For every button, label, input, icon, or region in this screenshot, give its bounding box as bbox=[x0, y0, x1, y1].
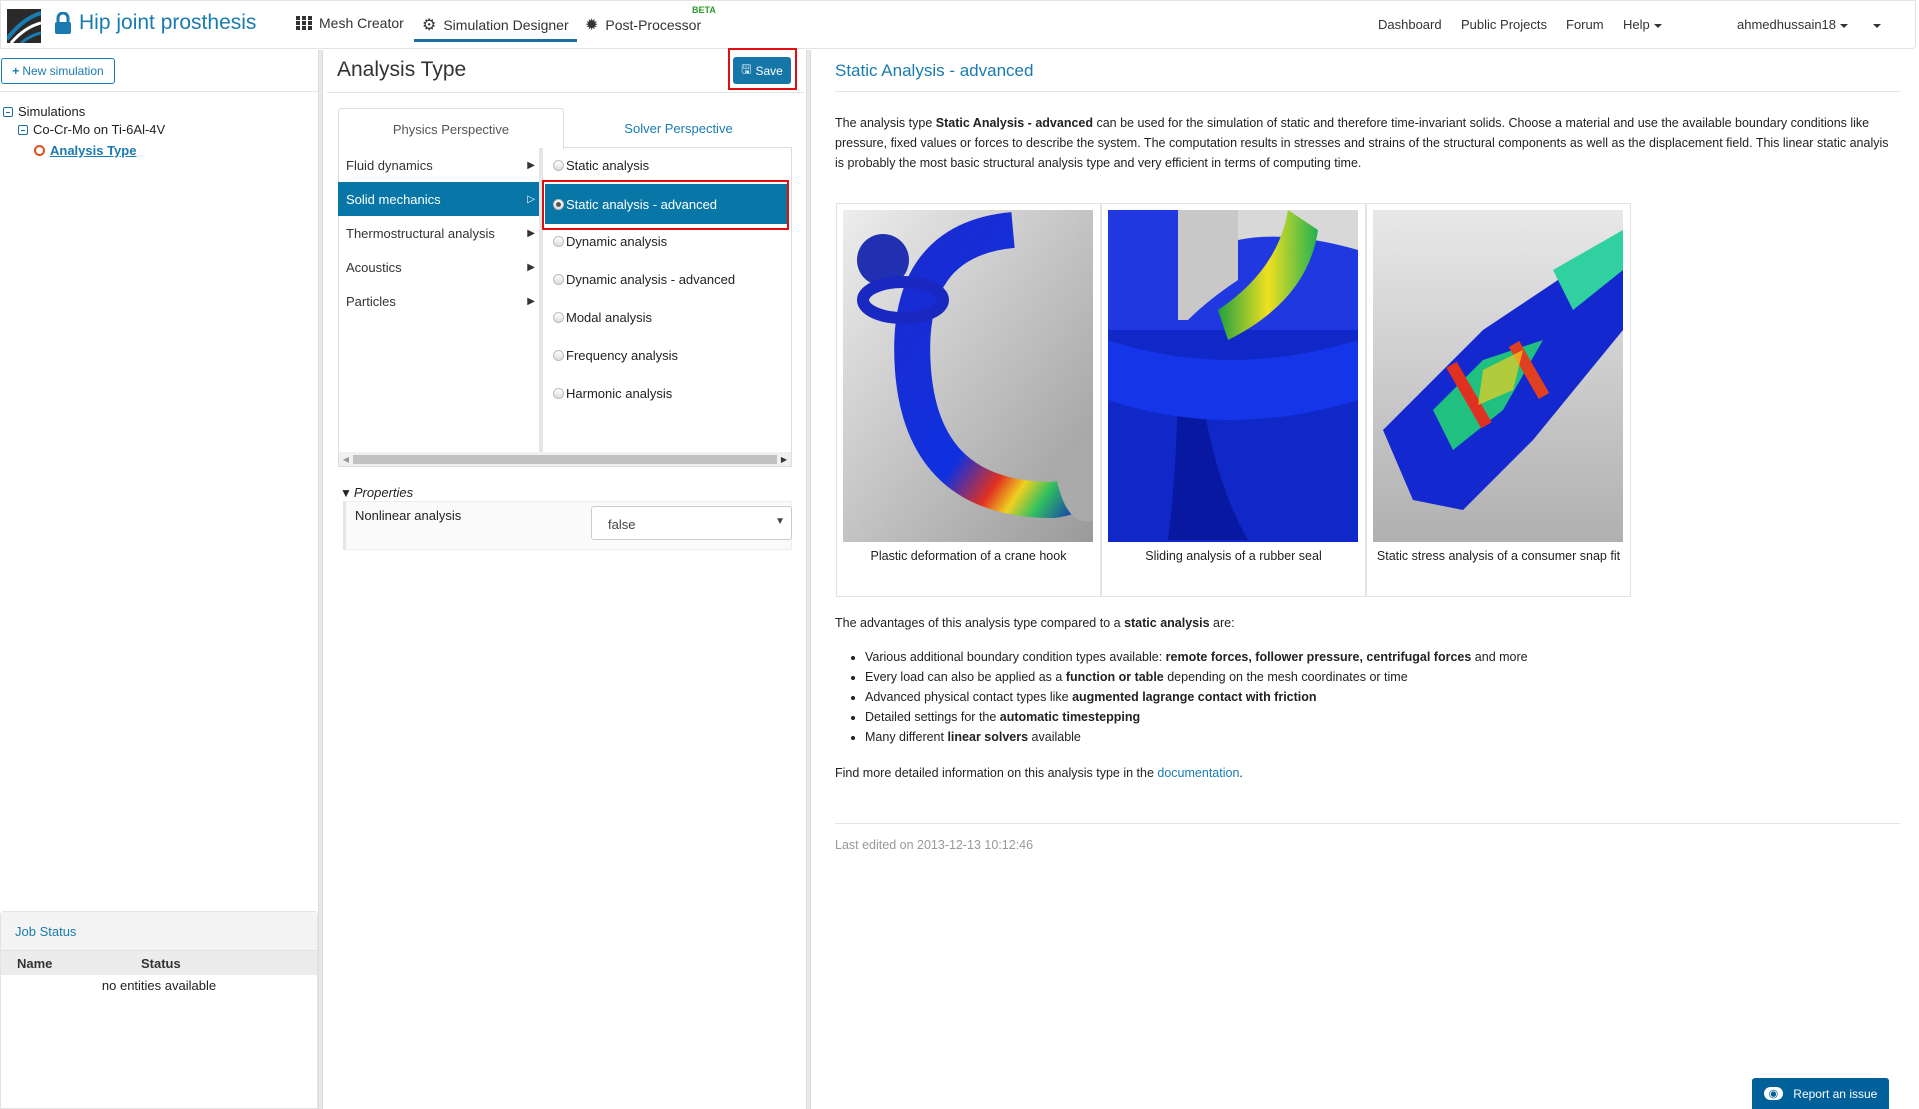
nav-help[interactable]: Help bbox=[1623, 17, 1662, 32]
triangle-down-icon: ▼ bbox=[340, 485, 352, 500]
documentation-note: Find more detailed information on this a… bbox=[835, 766, 1243, 780]
divider bbox=[0, 91, 318, 92]
tree-simulation[interactable]: Co-Cr-Mo on Ti-6Al-4V bbox=[18, 122, 165, 137]
column-name[interactable]: Name bbox=[1, 956, 101, 971]
analysis-description: The analysis type Static Analysis - adva… bbox=[835, 116, 1889, 170]
radio-button[interactable] bbox=[553, 311, 564, 323]
image-crane-hook: Plastic deformation of a crane hook bbox=[836, 203, 1101, 597]
analysis-title: Static Analysis - advanced bbox=[835, 61, 1034, 80]
scroll-left-icon[interactable]: ◀ bbox=[339, 455, 353, 464]
scroll-right-icon[interactable]: ▶ bbox=[777, 455, 791, 464]
image-caption: Sliding analysis of a rubber seal bbox=[1145, 549, 1322, 563]
user-menu[interactable]: ahmedhussain18 bbox=[1737, 17, 1849, 32]
status-circle-icon bbox=[34, 145, 45, 156]
job-table-header: Name Status bbox=[1, 951, 317, 975]
advantage-item: Advanced physical contact types like aug… bbox=[865, 687, 1528, 707]
collapse-icon[interactable] bbox=[3, 106, 13, 117]
radio-button[interactable] bbox=[553, 273, 564, 285]
top-navbar: Hip joint prosthesis Mesh Creator ⚙ Simu… bbox=[0, 0, 1916, 49]
snap-fit-image bbox=[1373, 210, 1623, 542]
nav-public-projects[interactable]: Public Projects bbox=[1461, 17, 1547, 32]
project-title[interactable]: Hip joint prosthesis bbox=[55, 11, 256, 35]
analysis-option[interactable]: Dynamic analysis - advanced bbox=[553, 260, 787, 298]
grid-icon bbox=[296, 16, 312, 30]
nav-mesh-creator[interactable]: Mesh Creator bbox=[296, 15, 404, 31]
category-item[interactable]: Acoustics ▶ bbox=[338, 250, 539, 284]
camera-icon: ◉ bbox=[1763, 1087, 1784, 1100]
nonlinear-analysis-select[interactable]: false ▼ bbox=[591, 506, 792, 540]
floppy-icon: 🖫 bbox=[741, 62, 752, 76]
nav-dashboard[interactable]: Dashboard bbox=[1378, 17, 1442, 32]
advantage-item: Various additional boundary condition ty… bbox=[865, 647, 1528, 667]
radio-button[interactable] bbox=[553, 349, 564, 361]
save-button[interactable]: 🖫 Save bbox=[733, 57, 791, 84]
tree-simulations[interactable]: Simulations bbox=[3, 104, 85, 119]
properties-header[interactable]: ▼ Properties bbox=[340, 485, 413, 500]
advantage-item: Many different linear solvers available bbox=[865, 727, 1528, 747]
triangle-right-icon: ▶ bbox=[527, 261, 535, 273]
horizontal-scrollbar[interactable]: ◀ ▶ bbox=[339, 452, 791, 466]
nav-post-processor[interactable]: ✹ Post-Processor bbox=[585, 15, 701, 35]
caret-down-icon bbox=[1840, 23, 1849, 28]
advantage-item: Detailed settings for the automatic time… bbox=[865, 707, 1528, 727]
category-item[interactable]: Thermostructural analysis ▶ bbox=[338, 216, 539, 250]
analysis-option[interactable]: Static analysis bbox=[553, 146, 787, 184]
beta-badge: BETA bbox=[692, 5, 716, 15]
triangle-right-icon: ▶ bbox=[527, 159, 535, 171]
analysis-option[interactable]: Frequency analysis bbox=[553, 336, 787, 374]
scrollbar-thumb[interactable] bbox=[353, 454, 777, 464]
image-rubber-seal: Sliding analysis of a rubber seal bbox=[1101, 203, 1366, 597]
column-status[interactable]: Status bbox=[101, 956, 221, 971]
advantage-item: Every load can also be applied as a func… bbox=[865, 667, 1528, 687]
lock-icon bbox=[55, 12, 71, 34]
tab-physics-perspective[interactable]: Physics Perspective bbox=[338, 108, 564, 149]
category-item[interactable]: Fluid dynamics ▶ bbox=[338, 148, 539, 182]
nav-forum[interactable]: Forum bbox=[1566, 17, 1604, 32]
analysis-option[interactable]: Modal analysis bbox=[553, 298, 787, 336]
crane-hook-image bbox=[843, 210, 1093, 542]
cog-icon: ✹ bbox=[585, 17, 599, 34]
property-row: Nonlinear analysis false ▼ bbox=[343, 501, 792, 550]
left-splitter[interactable] bbox=[318, 50, 323, 1109]
category-item[interactable]: Particles ▶ bbox=[338, 284, 539, 318]
caret-down-icon bbox=[1873, 23, 1881, 28]
job-status-panel: Job Status Name Status no entities avail… bbox=[0, 911, 318, 1109]
advantages-intro: The advantages of this analysis type com… bbox=[835, 616, 1235, 630]
report-issue-button[interactable]: ◉ Report an issue bbox=[1752, 1078, 1889, 1109]
collapse-icon[interactable] bbox=[18, 124, 28, 135]
advantages-list: Various additional boundary condition ty… bbox=[835, 647, 1528, 747]
triangle-right-icon: ▶ bbox=[527, 227, 535, 239]
nav-simulation-designer[interactable]: ⚙ Simulation Designer bbox=[414, 15, 577, 42]
radio-button[interactable] bbox=[553, 235, 564, 247]
tab-solver-perspective[interactable]: Solver Perspective bbox=[565, 108, 792, 148]
divider bbox=[327, 92, 804, 93]
divider bbox=[835, 823, 1900, 824]
more-menu[interactable] bbox=[1869, 17, 1881, 32]
triangle-right-icon: ▶ bbox=[527, 295, 535, 307]
property-label: Nonlinear analysis bbox=[355, 508, 462, 523]
new-simulation-button[interactable]: + New simulation bbox=[1, 58, 115, 84]
right-splitter[interactable] bbox=[806, 50, 811, 1109]
image-caption: Static stress analysis of a consumer sna… bbox=[1376, 549, 1621, 563]
page-title: Analysis Type bbox=[337, 58, 467, 81]
image-caption: Plastic deformation of a crane hook bbox=[870, 549, 1067, 563]
analysis-option[interactable]: Harmonic analysis bbox=[553, 374, 787, 412]
radio-button[interactable] bbox=[553, 159, 564, 171]
job-empty-message: no entities available bbox=[101, 978, 217, 993]
last-edited: Last edited on 2013-12-13 10:12:46 bbox=[835, 838, 1034, 852]
gears-icon: ⚙ bbox=[422, 17, 437, 34]
job-status-title: Job Status bbox=[1, 912, 317, 951]
caret-down-icon bbox=[1653, 23, 1662, 28]
documentation-link[interactable]: documentation bbox=[1157, 766, 1239, 780]
highlight-box bbox=[542, 180, 789, 230]
image-snap-fit: Static stress analysis of a consumer sna… bbox=[1366, 203, 1631, 597]
rubber-seal-image bbox=[1108, 210, 1358, 542]
triangle-outline-right-icon: ▷ bbox=[527, 193, 535, 205]
divider bbox=[835, 91, 1900, 92]
dropdown-arrow-icon: ▼ bbox=[775, 516, 785, 527]
category-item[interactable]: Solid mechanics ▷ bbox=[338, 182, 539, 216]
radio-button[interactable] bbox=[553, 387, 564, 399]
app-logo[interactable] bbox=[7, 9, 41, 43]
tree-analysis-type[interactable]: Analysis Type bbox=[34, 143, 136, 158]
